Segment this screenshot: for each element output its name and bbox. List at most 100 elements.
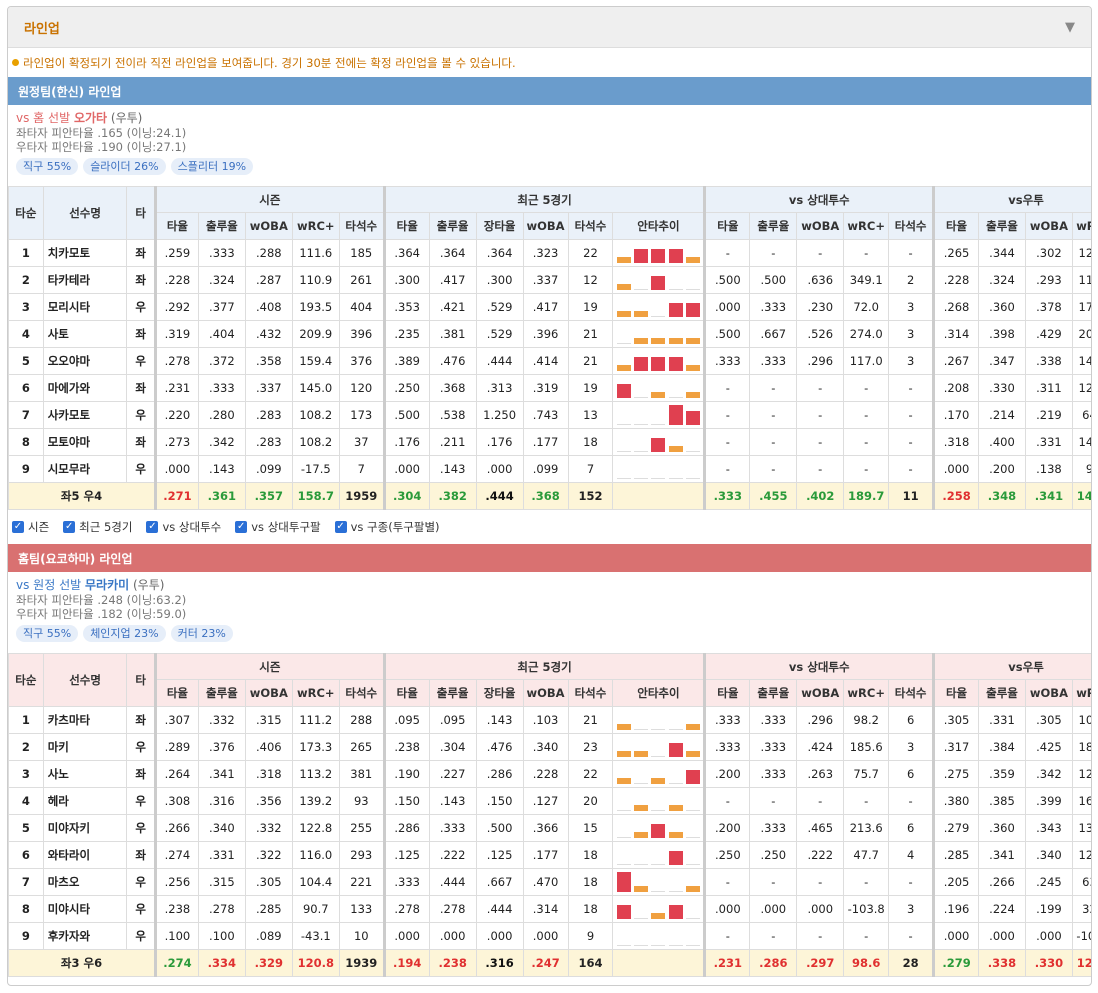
season-stat: 111.2 [291,706,340,734]
player-name[interactable]: 마에가와 [42,374,128,402]
player-name[interactable]: 마키 [42,733,128,761]
table-row: 8 모토야마 좌 .273.342.283 108.2 37.176.211.176.17… [8,428,1091,456]
header-col[interactable]: 타율 [932,679,979,707]
check-icon[interactable]: ✓ [334,521,347,533]
summary-stat: 189.7 [843,482,890,510]
header-col[interactable]: wRC+ [843,212,890,240]
player-name[interactable]: 사카모토 [42,401,128,429]
hit-trend-sparkline [614,432,703,452]
player-name[interactable]: 모리시타 [42,293,128,321]
header-col[interactable]: 장타율 [475,679,524,707]
spark-bar [668,945,683,946]
player-name[interactable]: 카츠마타 [42,706,128,734]
season-stat: .316 [197,787,246,815]
recent-stat: .000 [428,922,477,950]
spark-bar [668,729,683,730]
player-name[interactable]: 미야시타 [42,895,128,923]
checkbox-season[interactable]: ✓ 시즌 [12,519,49,535]
header-col[interactable]: 타율 [382,212,430,240]
summary-stat: .348 [978,482,1026,510]
header-col[interactable]: 타석수 [888,212,935,240]
header-col[interactable]: wRC+ [843,679,890,707]
header-col[interactable]: 안타추이 [612,679,706,707]
header-col[interactable]: 출루율 [978,679,1026,707]
vs-pitcher-stat: .333 [749,733,798,761]
recent-stat: .353 [382,293,430,321]
split-left: 좌타자 피안타율 .165 (이닝:24.1) [16,126,187,140]
vs-rhp-stat: 145.7 [1071,347,1091,375]
header-col[interactable]: wRC+ [291,679,340,707]
header-col[interactable]: wOBA [244,212,293,240]
player-name[interactable]: 오오야마 [42,347,128,375]
spark-bar [651,864,666,865]
player-name[interactable]: 사토 [42,320,128,348]
header-col[interactable]: wOBA [244,679,293,707]
header-col[interactable]: 타율 [703,679,751,707]
bat-hand: 우 [126,455,156,483]
header-col[interactable]: 타율 [703,212,751,240]
checkbox-recent[interactable]: ✓ 최근 5경기 [63,519,132,535]
check-icon[interactable]: ✓ [235,521,248,533]
checkbox-vs-pitch[interactable]: ✓ vs 구종(투구팔별) [334,519,440,535]
header-col[interactable]: 출루율 [197,212,246,240]
header-col[interactable]: 타석수 [567,679,614,707]
player-name[interactable]: 와타라이 [42,841,128,869]
header-col[interactable]: 안타추이 [612,212,706,240]
header-col[interactable]: wRC+ [1071,212,1091,240]
season-stat: .332 [197,706,246,734]
header-col[interactable]: wOBA [796,212,845,240]
header-col[interactable]: 타율 [932,212,979,240]
check-icon[interactable]: ✓ [12,521,24,533]
header-col[interactable]: wOBA [1024,212,1073,240]
recent-stat: .000 [522,922,569,950]
header-col[interactable]: wRC+ [1071,679,1091,707]
header-col[interactable]: 출루율 [978,212,1026,240]
player-name[interactable]: 치카모토 [42,239,128,267]
header-col[interactable]: 타석수 [338,679,385,707]
header-col[interactable]: wOBA [522,679,569,707]
season-stat: 193.5 [291,293,340,321]
player-name[interactable]: 시모무라 [42,455,128,483]
spark-bar [617,343,632,344]
pitcher-name[interactable]: 무라카미 [85,578,129,592]
panel-header[interactable]: 라인업 ▼ [8,7,1091,48]
header-col[interactable]: 타석수 [338,212,385,240]
header-col[interactable]: wOBA [522,212,569,240]
header-col[interactable]: wOBA [796,679,845,707]
vs-rhp-stat: 115.0 [1071,266,1091,294]
header-col[interactable]: 타율 [154,212,199,240]
check-icon[interactable]: ✓ [146,521,159,533]
player-name[interactable]: 마츠오 [42,868,128,896]
player-name[interactable]: 타카테라 [42,266,128,294]
check-icon[interactable]: ✓ [63,521,76,533]
season-stat: .319 [154,320,199,348]
header-col[interactable]: 장타율 [475,212,524,240]
bat-hand: 우 [126,401,156,429]
recent-stat: .190 [382,760,430,788]
header-col[interactable]: 출루율 [428,679,477,707]
header-col[interactable]: 출루율 [197,679,246,707]
pitcher-name[interactable]: 오가타 [74,111,107,125]
checkbox-vs-arm[interactable]: ✓ vs 상대투구팔 [235,519,321,535]
vs-rhp-stat: .330 [978,374,1026,402]
vs-pitcher-stat: 274.0 [843,320,890,348]
header-col[interactable]: 타석수 [567,212,614,240]
hit-trend-sparkline [614,270,703,290]
header-col[interactable]: wRC+ [291,212,340,240]
player-name[interactable]: 후카자와 [42,922,128,950]
player-name[interactable]: 모토야마 [42,428,128,456]
checkbox-vs-pitcher[interactable]: ✓ vs 상대투수 [146,519,221,535]
player-name[interactable]: 미야자키 [42,814,128,842]
header-col[interactable]: 타율 [382,679,430,707]
player-name[interactable]: 사노 [42,760,128,788]
header-col[interactable]: 타석수 [888,679,935,707]
header-col[interactable]: 출루율 [749,679,798,707]
player-name[interactable]: 헤라 [42,787,128,815]
header-col[interactable]: 타율 [154,679,199,707]
spark-bar [685,770,700,784]
header-col[interactable]: 출루율 [749,212,798,240]
header-name: 선수명 [42,653,128,707]
triangle-down-icon[interactable]: ▼ [1065,20,1075,35]
header-col[interactable]: wOBA [1024,679,1073,707]
header-col[interactable]: 출루율 [428,212,477,240]
